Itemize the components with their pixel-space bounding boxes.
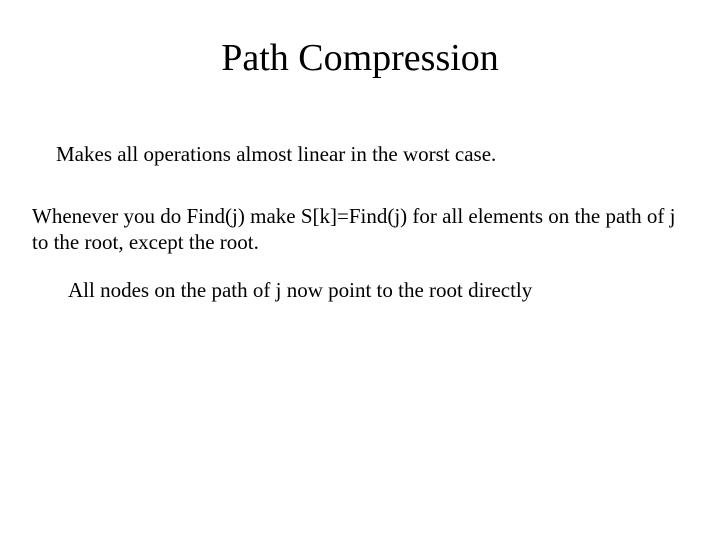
slide-content: Makes all operations almost linear in th… [0, 142, 720, 303]
slide-title: Path Compression [0, 0, 720, 88]
paragraph-root-direct: All nodes on the path of j now point to … [68, 278, 688, 303]
paragraph-find-operation: Whenever you do Find(j) make S[k]=Find(j… [32, 203, 688, 256]
paragraph-linear-worst-case: Makes all operations almost linear in th… [56, 142, 688, 167]
